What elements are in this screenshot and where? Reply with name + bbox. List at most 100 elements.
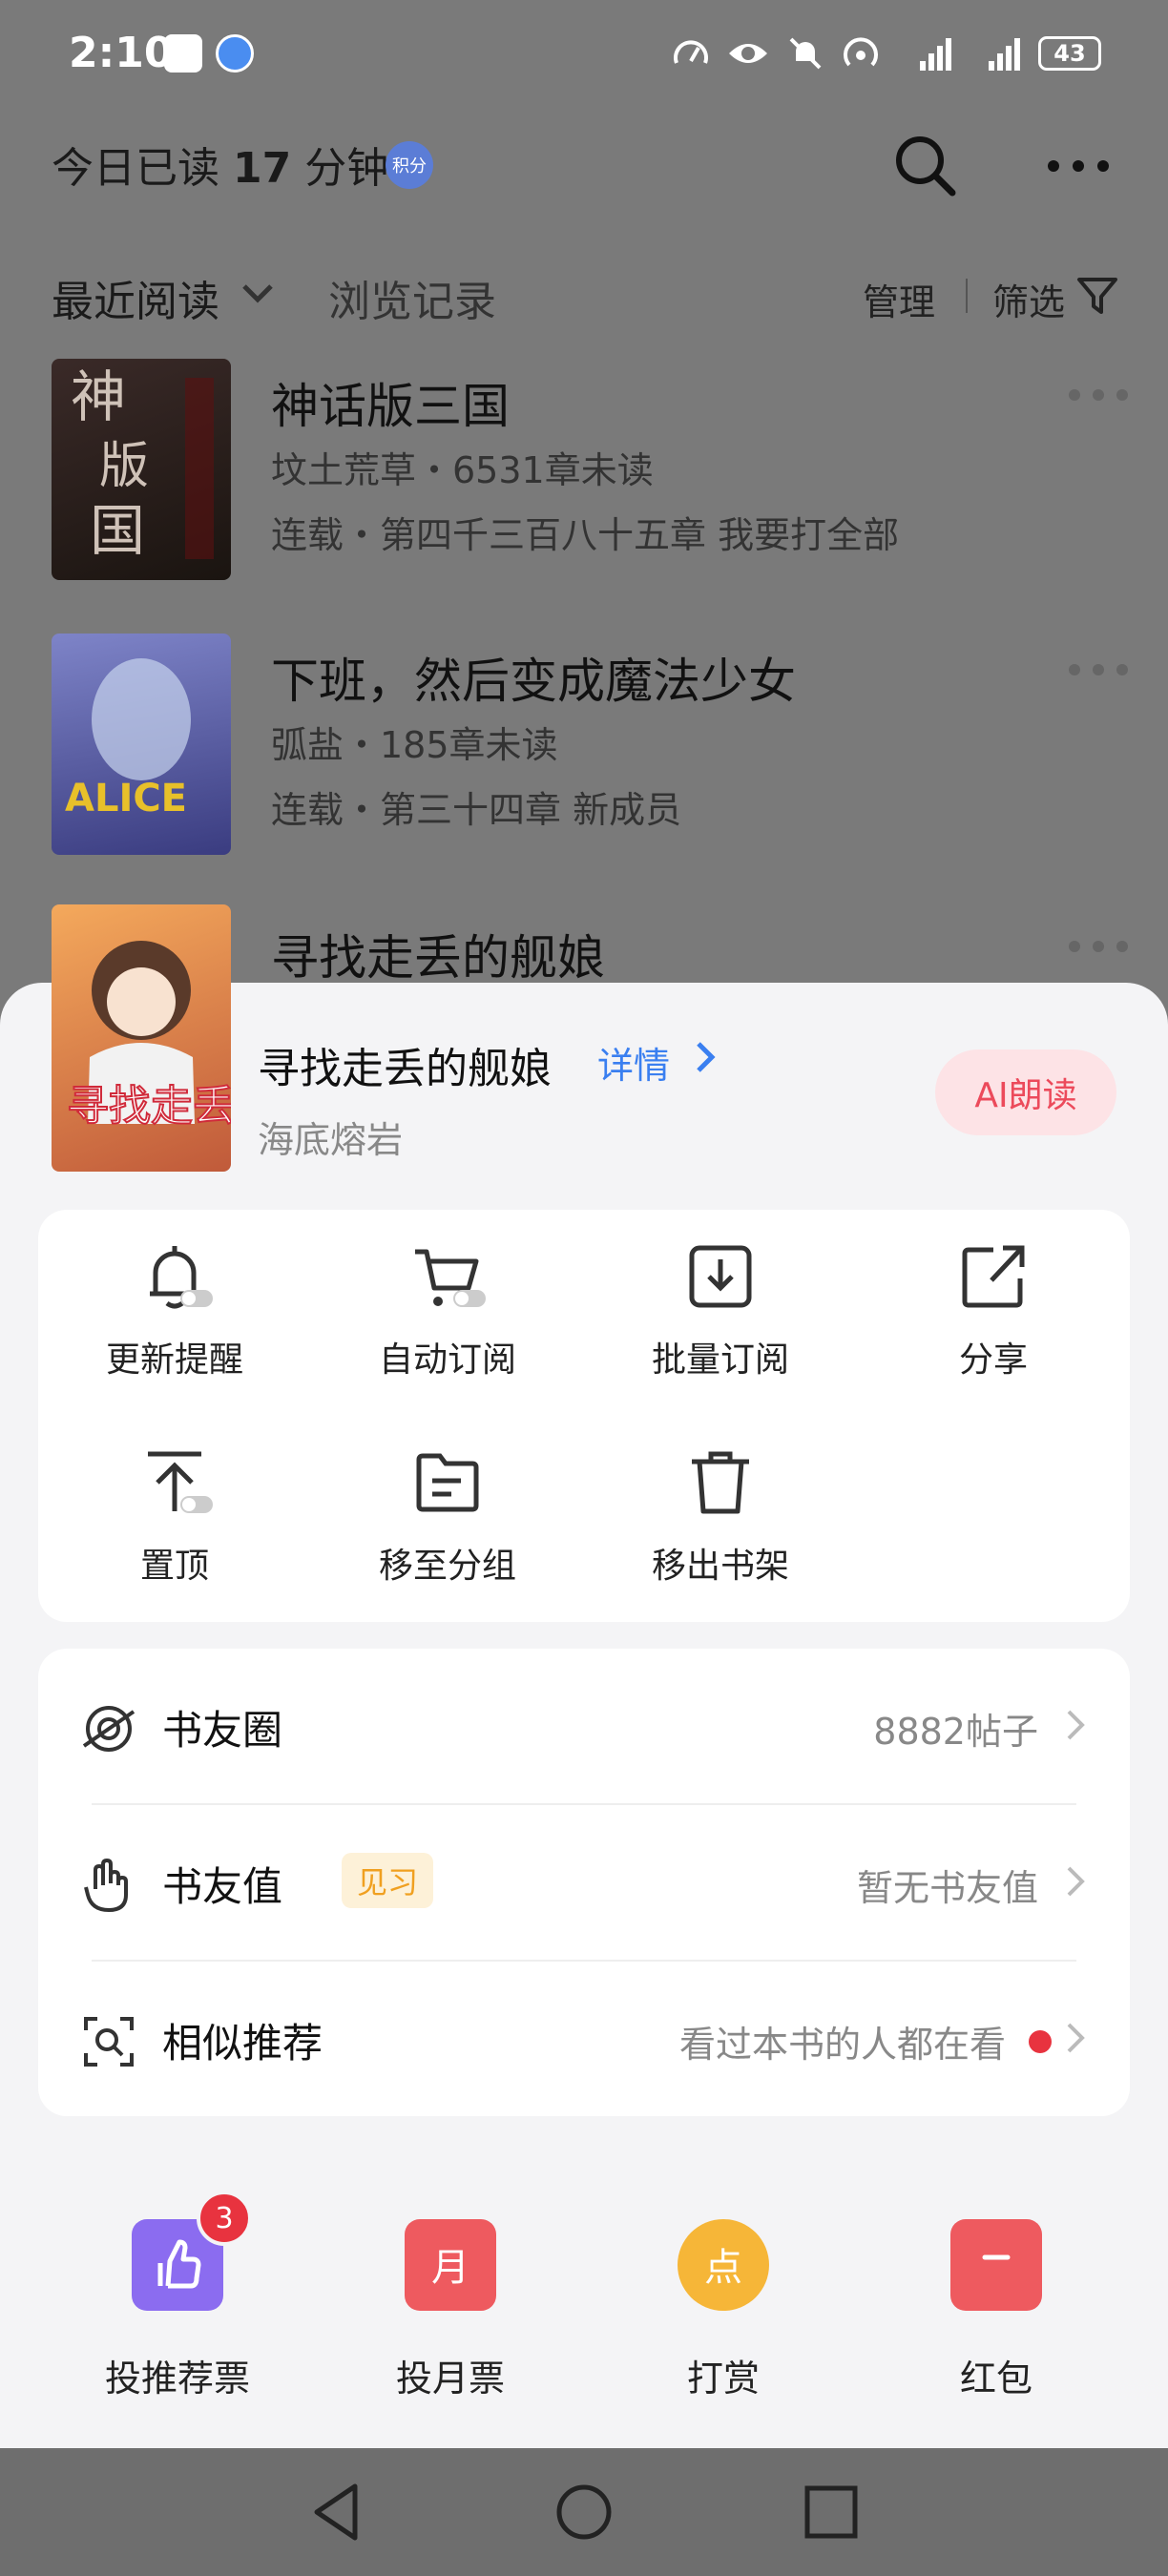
filter-icon[interactable] — [1076, 277, 1118, 315]
svg-text:月: 月 — [431, 2246, 469, 2290]
book-title: 寻找走丢的舰娘 — [271, 930, 605, 986]
chevron-right-icon[interactable] — [695, 1040, 716, 1074]
reward-button[interactable]: 点 打赏 — [587, 2175, 860, 2404]
auto-subscribe-button[interactable]: 自动订阅 — [311, 1229, 584, 1381]
action-label: 移出书架 — [651, 1547, 789, 1586]
tab-recent-reading[interactable]: 最近阅读 — [52, 267, 219, 328]
hand-icon — [84, 1859, 128, 1912]
svg-text:点: 点 — [704, 2246, 742, 2290]
bottom-action-label: 打赏 — [686, 2358, 760, 2399]
sheet-book-title: 寻找走丢的舰娘 — [258, 1045, 552, 1093]
similar-recommend-label: 相似推荐 — [162, 2020, 323, 2067]
bottom-action-label: 红包 — [959, 2358, 1032, 2399]
book-meta: 坟土荒草・6531章未读 — [271, 449, 654, 491]
detail-link[interactable]: 详情 — [597, 1036, 670, 1089]
cart-toggle-icon — [415, 1249, 486, 1307]
action-label: 自动订阅 — [378, 1340, 516, 1380]
action-label: 批量订阅 — [651, 1340, 789, 1380]
similar-recommend-row[interactable]: 相似推荐 看过本书的人都在看 — [38, 1962, 1130, 2116]
speed-icon — [674, 40, 708, 64]
browser-notification-icon — [216, 34, 254, 73]
svg-text:版: 版 — [99, 438, 149, 495]
book-latest-chapter: 连载・第三十四章 新成员 — [271, 789, 682, 831]
action-label: 分享 — [958, 1340, 1028, 1380]
today-read-minutes: 17 — [233, 144, 292, 193]
points-badge[interactable]: 积分 — [386, 141, 433, 189]
book-item[interactable]: ALICE 下班，然后变成魔法少女 弧盐・185章未读 连载・第三十四章 新成员 — [0, 634, 1168, 920]
monthly-ticket-icon: 月 — [405, 2219, 496, 2311]
similar-recommend-text: 看过本书的人都在看 — [678, 2024, 1006, 2066]
fan-value-row[interactable]: 书友值 见习 暂无书友值 — [38, 1805, 1130, 1960]
more-options-icon[interactable] — [1067, 662, 1130, 677]
pin-top-button[interactable]: 置顶 — [38, 1435, 311, 1588]
book-title: 下班，然后变成魔法少女 — [271, 654, 796, 709]
fan-level-badge: 见习 — [342, 1853, 434, 1908]
red-packet-icon — [950, 2219, 1042, 2311]
eye-icon — [729, 44, 767, 63]
book-latest-chapter: 连载・第四千三百八十五章 我要打全部 — [271, 514, 900, 556]
bottom-action-label: 投月票 — [395, 2358, 505, 2399]
share-icon — [962, 1245, 1025, 1308]
today-read-suffix: 分钟 — [304, 144, 389, 193]
today-read-text[interactable]: 今日已读 17 分钟 — [52, 134, 388, 195]
actions-card: 更新提醒 自动订阅 批量订阅 分享 置顶 移至分组 移出书架 — [38, 1210, 1130, 1622]
shelf-tabs: 最近阅读 浏览记录 管理 筛选 — [0, 229, 1168, 363]
signal-1-icon — [920, 38, 951, 71]
chevron-right-icon — [1067, 1866, 1085, 1897]
update-reminder-button[interactable]: 更新提醒 — [38, 1229, 311, 1381]
background-page: 2:10 43 今日已读 17 分钟 积分 最近阅读 浏览记录 管理 筛选 神 … — [0, 0, 1168, 1049]
batch-subscribe-button[interactable]: 批量订阅 — [584, 1229, 857, 1381]
bottom-action-label: 投推荐票 — [104, 2358, 250, 2399]
signal-2-icon — [989, 38, 1020, 71]
chevron-right-icon — [1067, 2023, 1085, 2053]
vote-count-badge: 3 — [197, 2191, 252, 2246]
ai-read-button[interactable]: AI朗读 — [935, 1049, 1116, 1135]
action-label: 移至分组 — [378, 1547, 516, 1586]
svg-text:寻找走丢: 寻找走丢 — [67, 1082, 231, 1131]
download-icon — [689, 1245, 752, 1308]
bell-toggle-icon — [150, 1246, 213, 1309]
folder-icon — [416, 1453, 479, 1512]
manage-button[interactable]: 管理 — [863, 273, 935, 325]
new-indicator-dot — [1029, 2030, 1052, 2053]
more-options-icon[interactable] — [1067, 939, 1130, 954]
action-label: 更新提醒 — [105, 1340, 243, 1380]
fan-value-text: 暂无书友值 — [856, 1867, 1038, 1909]
status-bar: 2:10 43 — [0, 0, 1168, 105]
bottom-actions: 3 投推荐票 月 投月票 点 打赏 红包 — [0, 2175, 1168, 2423]
svg-text:神: 神 — [71, 364, 126, 429]
tab-browse-history[interactable]: 浏览记录 — [328, 267, 496, 328]
book-title: 神话版三国 — [271, 379, 510, 434]
book-circle-row[interactable]: 书友圈 8882帖子 — [38, 1649, 1130, 1803]
thumbs-up-ticket-icon: 3 — [132, 2191, 252, 2311]
recommend-vote-button[interactable]: 3 投推荐票 — [41, 2175, 314, 2404]
planet-icon — [82, 1706, 136, 1752]
mail-notification-icon — [164, 34, 202, 73]
more-options-icon[interactable] — [1067, 387, 1130, 403]
book-meta: 弧盐・185章未读 — [271, 724, 558, 766]
info-card: 书友圈 8882帖子 书友值 见习 暂无书友值 相似推荐 看过本书的人都在看 — [38, 1649, 1130, 2116]
filter-button[interactable]: 筛选 — [992, 273, 1065, 325]
share-button[interactable]: 分享 — [857, 1229, 1130, 1381]
move-to-group-button[interactable]: 移至分组 — [311, 1435, 584, 1588]
fan-value-label: 书友值 — [162, 1863, 283, 1910]
tab-divider — [966, 279, 968, 313]
search-icon[interactable] — [887, 128, 964, 204]
more-options-icon[interactable] — [1040, 128, 1116, 204]
coin-icon: 点 — [678, 2219, 769, 2311]
book-actions-sheet: 寻找走丢的舰娘 详情 海底熔岩 AI朗读 更新提醒 自动订阅 批量订阅 分享 置… — [0, 983, 1168, 2448]
back-icon[interactable] — [303, 2479, 370, 2545]
monthly-vote-button[interactable]: 月 投月票 — [314, 2175, 587, 2404]
chevron-down-icon[interactable] — [240, 282, 275, 305]
home-icon[interactable] — [551, 2479, 617, 2545]
recents-icon[interactable] — [798, 2479, 865, 2545]
action-label: 置顶 — [139, 1547, 209, 1586]
remove-from-shelf-button[interactable]: 移出书架 — [584, 1435, 857, 1588]
trash-icon — [692, 1451, 749, 1514]
book-item[interactable]: 神版国 神话版三国 坟土荒草・6531章未读 连载・第四千三百八十五章 我要打全… — [0, 359, 1168, 645]
red-packet-button[interactable]: 红包 — [860, 2175, 1133, 2404]
svg-text:国: 国 — [90, 498, 145, 563]
notification-icons — [164, 34, 254, 73]
sheet-book-cover-image: 寻找走丢 — [52, 904, 231, 1172]
book-cover-image: 神版国 — [52, 359, 231, 580]
